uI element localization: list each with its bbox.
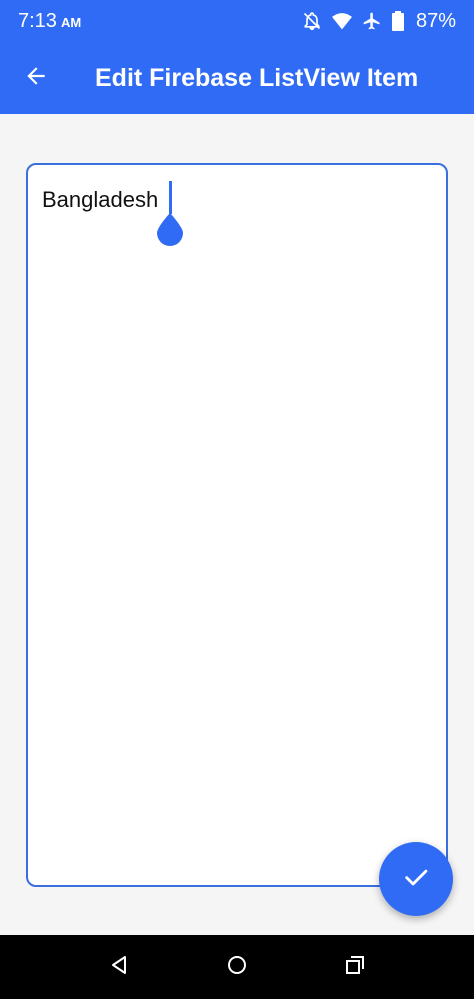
home-circle-icon <box>226 954 248 981</box>
item-text-value[interactable]: Bangladesh <box>42 187 158 213</box>
wifi-icon <box>331 12 352 30</box>
arrow-back-icon <box>23 63 49 94</box>
back-triangle-icon <box>108 954 130 981</box>
page-title: Edit Firebase ListView Item <box>95 63 419 92</box>
battery-percent: 87% <box>415 9 456 32</box>
text-cursor <box>157 181 199 251</box>
check-icon <box>402 863 430 896</box>
save-fab-button[interactable] <box>379 842 453 916</box>
notifications-off-icon <box>302 11 322 31</box>
status-ampm: AM <box>60 14 82 30</box>
item-text-input[interactable]: Bangladesh <box>26 163 448 887</box>
airplane-icon <box>362 11 382 31</box>
nav-recents-button[interactable] <box>325 937 385 997</box>
status-time: 7:13 <box>18 9 57 32</box>
app-bar: Edit Firebase ListView Item <box>0 42 474 114</box>
nav-home-button[interactable] <box>207 937 267 997</box>
cursor-line <box>169 181 172 214</box>
status-icons: 87% <box>302 10 456 33</box>
battery-icon <box>391 11 404 31</box>
nav-back-button[interactable] <box>89 937 149 997</box>
cursor-handle-icon[interactable] <box>155 213 185 247</box>
system-nav-bar <box>0 935 474 999</box>
status-time-group: 7:13 AM <box>18 10 81 33</box>
status-bar: 7:13 AM 87% <box>0 0 474 42</box>
back-button[interactable] <box>0 42 72 114</box>
recents-square-icon <box>344 954 366 981</box>
